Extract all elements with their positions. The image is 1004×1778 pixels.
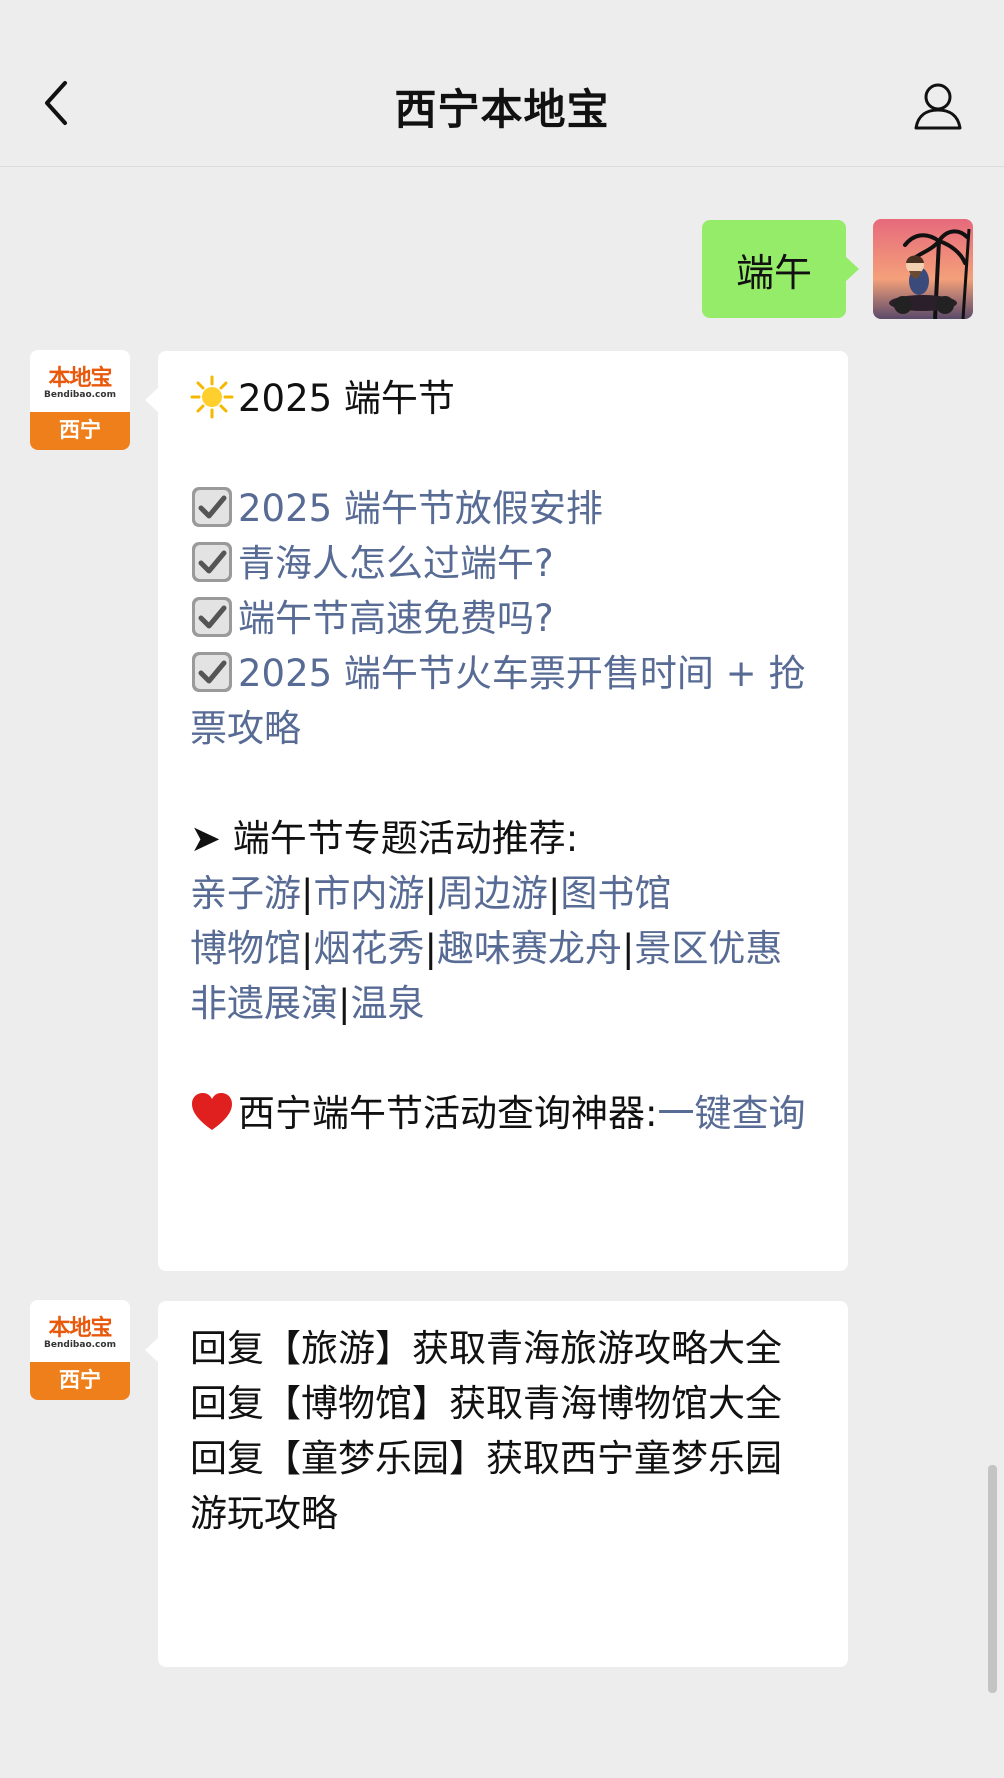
topic-link[interactable]: 市内游 (313, 872, 424, 915)
official-account-avatar[interactable]: 本地宝 Bendibao.com 西宁 (30, 350, 130, 450)
bot-message-2: 回复【旅游】获取青海旅游攻略大全 回复【博物馆】获取青海博物馆大全 回复【童梦乐… (145, 1301, 848, 1667)
reply-hint-line: 回复【旅游】获取青海旅游攻略大全 (190, 1327, 782, 1370)
separator: | (621, 927, 635, 970)
logo-text: 本地宝 (48, 366, 112, 391)
checklist-item[interactable]: 2025 端午节放假安排 (190, 481, 818, 536)
logo-url: Bendibao.com (44, 1340, 116, 1350)
checklist-item[interactable]: 端午节高速免费吗? (190, 591, 818, 646)
sun-icon (190, 375, 234, 419)
topic-row: 亲子游|市内游|周边游|图书馆 (190, 866, 818, 921)
topic-link[interactable]: 温泉 (350, 982, 424, 1025)
checkbox-icon (192, 597, 232, 637)
topic-link[interactable]: 周边游 (437, 872, 548, 915)
city-label: 西宁 (30, 1362, 130, 1400)
page-title: 西宁本地宝 (394, 85, 610, 134)
checklist-link[interactable]: 2025 端午节火车票开售时间 + 抢票攻略 (190, 652, 805, 750)
reply-hint-line: 回复【博物馆】获取青海博物馆大全 (190, 1382, 782, 1425)
official-account-avatar[interactable]: 本地宝 Bendibao.com 西宁 (30, 1300, 130, 1400)
topic-link[interactable]: 非遗展演 (190, 982, 338, 1025)
message-title-line: 2025 端午节 (190, 371, 818, 426)
topic-row: 非遗展演|温泉 (190, 976, 818, 1031)
separator: | (301, 872, 314, 915)
checklist-link[interactable]: 端午节高速免费吗? (238, 597, 554, 640)
topic-heading: ➤ 端午节专题活动推荐: (190, 817, 579, 860)
query-label: 西宁端午节活动查询神器: (238, 1092, 658, 1135)
person-icon (914, 83, 962, 130)
topic-link[interactable]: 景区优惠 (634, 927, 782, 970)
profile-button[interactable] (910, 78, 966, 134)
user-message-bubble[interactable]: 端午 (702, 220, 859, 318)
logo-url: Bendibao.com (44, 390, 116, 400)
checkbox-icon (192, 542, 232, 582)
checkbox-icon (192, 652, 232, 692)
avatar-image (873, 219, 973, 319)
top-bar: 西宁本地宝 (0, 0, 1004, 167)
checklist-link[interactable]: 2025 端午节放假安排 (238, 487, 603, 530)
topic-link[interactable]: 图书馆 (560, 872, 671, 915)
checkbox-icon (192, 487, 232, 527)
query-line: 西宁端午节活动查询神器:一键查询 (190, 1086, 818, 1141)
topic-link[interactable]: 博物馆 (190, 927, 301, 970)
separator: | (338, 982, 351, 1025)
logo-text: 本地宝 (48, 1316, 112, 1341)
city-label: 西宁 (30, 412, 130, 450)
user-message-text: 端午 (735, 250, 812, 295)
user-avatar[interactable] (873, 219, 973, 319)
separator: | (547, 872, 561, 915)
logo-top: 本地宝 Bendibao.com (30, 1300, 130, 1362)
bot-message-1: 2025 端午节 2025 端午节放假安排 青海人怎么过端午? 端午节高速免费吗… (145, 351, 848, 1271)
query-link[interactable]: 一键查询 (657, 1092, 805, 1135)
heart-icon (192, 1093, 232, 1130)
topic-link[interactable]: 趣味赛龙舟 (437, 927, 622, 970)
message-title: 2025 端午节 (238, 377, 455, 420)
logo-top: 本地宝 Bendibao.com (30, 350, 130, 412)
checklist-item[interactable]: 2025 端午节火车票开售时间 + 抢票攻略 (190, 646, 818, 756)
topic-row: 博物馆|烟花秀|趣味赛龙舟|景区优惠 (190, 921, 818, 976)
separator: | (301, 927, 314, 970)
scrollbar[interactable] (988, 1465, 997, 1693)
topic-link[interactable]: 亲子游 (190, 872, 301, 915)
separator: | (424, 927, 437, 970)
topic-link[interactable]: 烟花秀 (313, 927, 424, 970)
checklist-link[interactable]: 青海人怎么过端午? (238, 542, 554, 585)
reply-hint-line: 回复【童梦乐园】获取西宁童梦乐园游玩攻略 (190, 1437, 782, 1535)
checklist-item[interactable]: 青海人怎么过端午? (190, 536, 818, 591)
separator: | (424, 872, 437, 915)
